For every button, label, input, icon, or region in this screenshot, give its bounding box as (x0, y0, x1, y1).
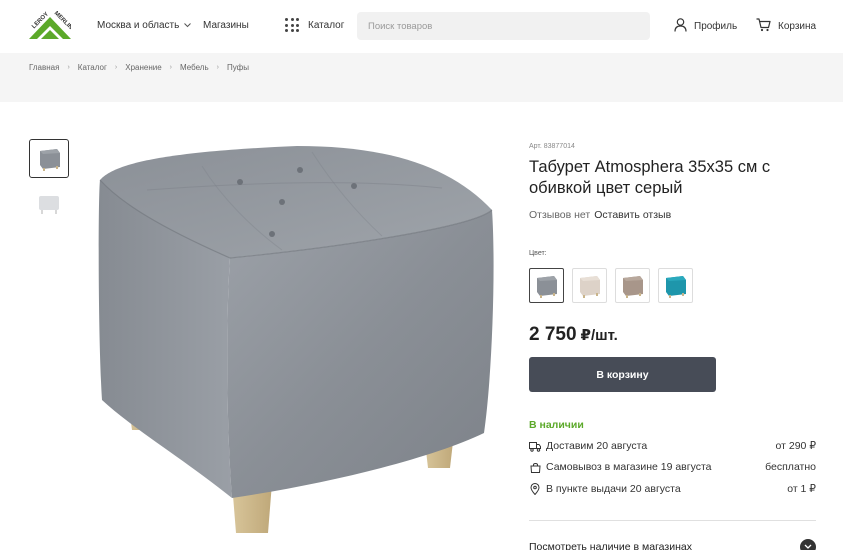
product-price: 2 750 ₽/шт. (529, 324, 618, 346)
chevron-down-icon (184, 21, 192, 30)
price-unit: ₽/шт. (580, 327, 618, 344)
pickup-point-text: В пункте выдачи 20 августа (546, 483, 681, 495)
breadcrumb-item[interactable]: Главная (29, 63, 59, 72)
breadcrumb-item[interactable]: Пуфы (227, 63, 249, 72)
divider (529, 520, 816, 521)
color-swatches (529, 268, 693, 303)
delivery-row: Доставим 20 августа от 290 ₽ (529, 440, 816, 452)
pickup-point-price: от 1 ₽ (787, 483, 816, 495)
pickup-point-row: В пункте выдачи 20 августа от 1 ₽ (529, 483, 816, 495)
pickup-row: Самовывоз в магазине 19 августа бесплатн… (529, 461, 816, 473)
search-input[interactable] (357, 12, 650, 40)
pickup-text: Самовывоз в магазине 19 августа (546, 461, 712, 473)
cart-label: Корзина (778, 21, 817, 32)
pickup-price: бесплатно (765, 461, 816, 473)
swatch-turquoise[interactable] (658, 268, 693, 303)
header: LEROY MERLIN Москва и область Магазины К… (0, 0, 843, 53)
swatch-beige[interactable] (572, 268, 607, 303)
grid-dots-icon (285, 18, 299, 32)
chevron-right-icon: › (114, 64, 118, 71)
chevron-down-icon (800, 539, 816, 550)
profile-link[interactable]: Профиль (674, 18, 737, 35)
pin-icon (529, 483, 541, 495)
product-title: Табурет Atmosphera 35x35 см с обивкой цв… (529, 158, 771, 197)
color-label: Цвет: (529, 250, 547, 257)
cart-link[interactable]: Корзина (756, 18, 816, 35)
thumbnail-alt-pouf[interactable] (29, 184, 69, 223)
delivery-text: Доставим 20 августа (546, 440, 648, 452)
chevron-right-icon: › (67, 64, 70, 71)
breadcrumb-item[interactable]: Мебель (180, 63, 209, 72)
swatch-taupe[interactable] (615, 268, 650, 303)
leave-review-link[interactable]: Оставить отзыв (594, 209, 671, 221)
breadcrumb-item[interactable]: Хранение (125, 63, 161, 72)
chevron-right-icon: › (169, 64, 173, 71)
cart-icon (756, 18, 771, 35)
stock-status: В наличии (529, 419, 584, 431)
catalog-button[interactable]: Каталог (285, 18, 344, 32)
profile-label: Профиль (694, 21, 738, 32)
breadcrumb: Главная › Каталог › Хранение › Мебель › … (29, 63, 249, 72)
reviews-row: Отзывов нет Оставить отзыв (529, 209, 671, 221)
region-label: Москва и область (97, 20, 180, 31)
thumbnail-gray-pouf[interactable] (29, 139, 69, 178)
truck-icon (529, 440, 541, 452)
product-image[interactable] (92, 138, 500, 538)
store-availability-label: Посмотреть наличие в магазинах (529, 541, 692, 550)
region-selector[interactable]: Москва и область (97, 20, 192, 31)
breadcrumb-item[interactable]: Каталог (78, 63, 107, 72)
swatch-gray[interactable] (529, 268, 564, 303)
price-value: 2 750 (529, 324, 577, 345)
delivery-price: от 290 ₽ (775, 440, 816, 452)
product-sku: Арт. 83877014 (529, 143, 575, 150)
user-icon (674, 18, 687, 35)
stores-link[interactable]: Магазины (203, 20, 249, 31)
reviews-count: Отзывов нет (529, 209, 591, 221)
chevron-right-icon: › (216, 64, 219, 71)
catalog-label: Каталог (308, 19, 345, 31)
breadcrumb-band: Главная › Каталог › Хранение › Мебель › … (0, 53, 843, 102)
bag-icon (529, 461, 541, 473)
store-availability-link[interactable]: Посмотреть наличие в магазинах (529, 539, 816, 550)
leroy-merlin-logo[interactable]: LEROY MERLIN (29, 11, 73, 39)
add-to-cart-button[interactable]: В корзину (529, 357, 716, 392)
